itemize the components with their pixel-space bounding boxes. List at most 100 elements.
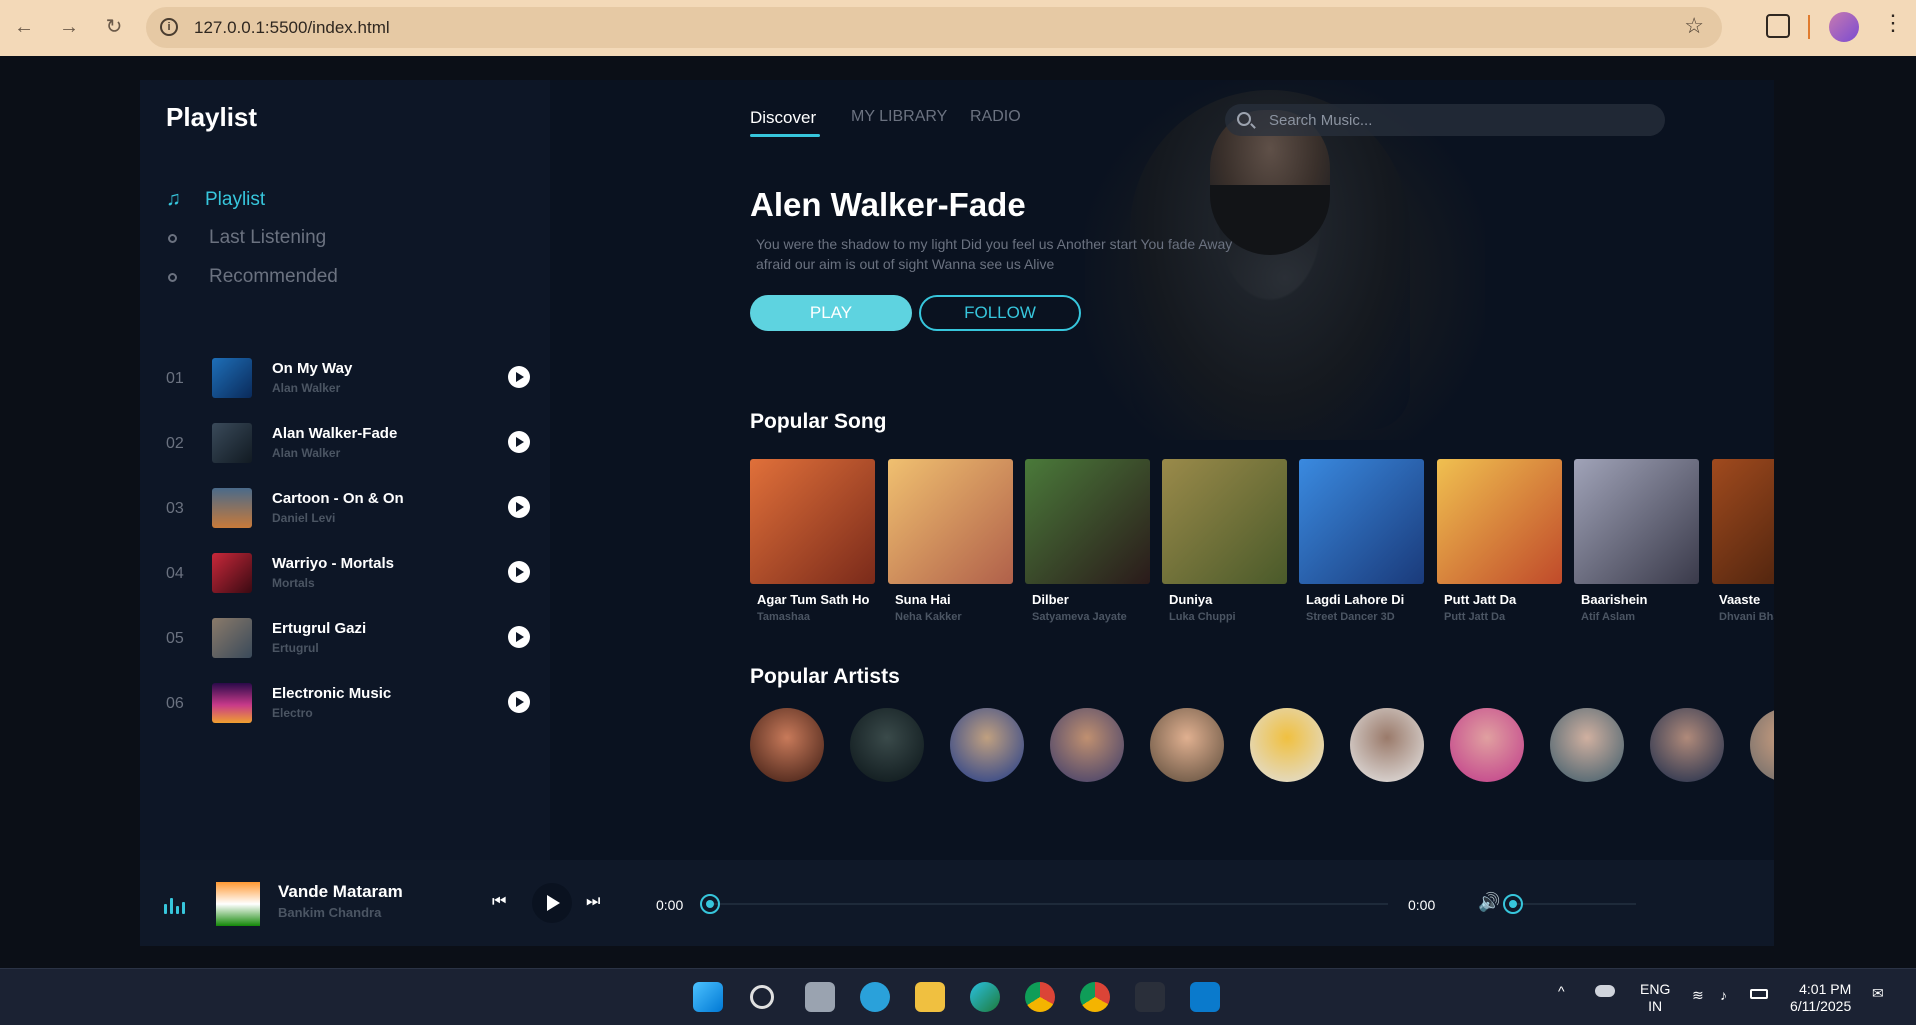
song-card[interactable]: Putt Jatt Da Putt Jatt Da — [1437, 459, 1562, 623]
cloud-icon[interactable] — [1595, 985, 1615, 997]
track-row[interactable]: 02 Alan Walker-Fade Alan Walker — [166, 421, 530, 469]
search-input[interactable] — [1269, 110, 1649, 130]
song-cover — [1162, 459, 1287, 584]
artist-avatar[interactable] — [1750, 708, 1774, 782]
play-icon[interactable] — [508, 626, 530, 648]
reload-icon[interactable]: ↻ — [100, 13, 128, 41]
track-title: On My Way — [272, 360, 353, 377]
song-title: Agar Tum Sath Ho — [757, 592, 870, 607]
address-bar[interactable]: i 127.0.0.1:5500/index.html ☆ — [146, 7, 1722, 48]
task-view-icon[interactable] — [805, 982, 835, 1012]
song-card[interactable]: Lagdi Lahore Di Street Dancer 3D — [1299, 459, 1424, 623]
back-icon[interactable]: ← — [10, 13, 38, 41]
file-explorer-icon[interactable] — [915, 982, 945, 1012]
track-row[interactable]: 04 Warriyo - Mortals Mortals — [166, 551, 530, 599]
song-title: Suna Hai — [895, 592, 951, 607]
now-playing-title: Vande Mataram — [278, 882, 403, 901]
clock[interactable]: 4:01 PM 6/11/2025 — [1790, 981, 1851, 1015]
track-number: 06 — [166, 695, 184, 712]
lang-top: ENG — [1640, 981, 1671, 997]
profile-avatar[interactable] — [1829, 12, 1859, 42]
battery-icon[interactable] — [1750, 989, 1768, 999]
volume-track[interactable] — [1512, 903, 1636, 905]
active-tab-indicator — [750, 134, 820, 137]
song-cover — [1574, 459, 1699, 584]
tab-radio[interactable]: RADIO — [970, 108, 1021, 126]
progress-track[interactable] — [710, 903, 1388, 905]
hero-title: Alen Walker-Fade — [750, 186, 1026, 223]
volume-knob[interactable] — [1503, 894, 1523, 914]
follow-button[interactable]: FOLLOW — [919, 295, 1081, 331]
volume-icon[interactable]: 🔊 — [1478, 892, 1500, 913]
song-card[interactable]: Agar Tum Sath Ho Tamashaa — [750, 459, 875, 623]
sidebar-item-recommended[interactable]: Recommended — [166, 266, 338, 288]
tab-my-library[interactable]: MY LIBRARY — [851, 108, 947, 126]
play-icon[interactable] — [508, 366, 530, 388]
track-artist: Electro — [272, 706, 313, 720]
search-icon[interactable] — [750, 985, 774, 1009]
play-button[interactable]: PLAY — [750, 295, 912, 331]
terminal-icon[interactable] — [1135, 982, 1165, 1012]
previous-icon[interactable]: ⏮ — [492, 893, 506, 911]
artist-avatar[interactable] — [1450, 708, 1524, 782]
play-pause-button[interactable] — [532, 883, 572, 923]
track-number: 01 — [166, 370, 184, 387]
song-card[interactable]: Dilber Satyameva Jayate — [1025, 459, 1150, 623]
chrome-profile-icon[interactable] — [1080, 982, 1110, 1012]
site-info-icon[interactable]: i — [160, 18, 178, 36]
chrome-icon[interactable] — [1025, 982, 1055, 1012]
notification-icon[interactable]: ✉ — [1872, 985, 1884, 1002]
track-thumbnail — [212, 423, 252, 463]
song-card[interactable]: Duniya Luka Chuppi — [1162, 459, 1287, 623]
play-icon[interactable] — [508, 691, 530, 713]
clock-time: 4:01 PM — [1799, 981, 1852, 997]
song-cover — [1299, 459, 1424, 584]
speaker-icon[interactable]: ♪ — [1720, 987, 1727, 1004]
play-icon[interactable] — [508, 431, 530, 453]
artist-avatar[interactable] — [950, 708, 1024, 782]
song-cover — [1437, 459, 1562, 584]
artist-avatar[interactable] — [1250, 708, 1324, 782]
track-number: 02 — [166, 435, 184, 452]
song-card[interactable]: Suna Hai Neha Kakker — [888, 459, 1013, 623]
play-icon[interactable] — [508, 561, 530, 583]
artist-avatar[interactable] — [750, 708, 824, 782]
vscode-icon[interactable] — [1190, 982, 1220, 1012]
more-menu-icon[interactable]: ⋮ — [1882, 10, 1904, 36]
browser-toolbar: ← → ↻ i 127.0.0.1:5500/index.html ☆ ⋮ — [0, 0, 1916, 56]
wifi-icon[interactable]: ≋ — [1692, 987, 1704, 1004]
telegram-icon[interactable] — [860, 982, 890, 1012]
artist-avatar[interactable] — [1350, 708, 1424, 782]
play-icon[interactable] — [508, 496, 530, 518]
song-title: Baarishein — [1581, 592, 1648, 607]
track-row[interactable]: 03 Cartoon - On & On Daniel Levi — [166, 486, 530, 534]
language-indicator[interactable]: ENG IN — [1640, 981, 1670, 1015]
song-card[interactable]: Baarishein Atif Aslam — [1574, 459, 1699, 623]
edge-icon[interactable] — [970, 982, 1000, 1012]
sidebar-item-last-listening[interactable]: Last Listening — [166, 227, 326, 249]
track-row[interactable]: 01 On My Way Alan Walker — [166, 356, 530, 404]
song-title: Vaaste — [1719, 592, 1761, 607]
circle-icon — [168, 233, 177, 243]
track-title: Ertugrul Gazi — [272, 620, 367, 637]
artist-avatar[interactable] — [850, 708, 924, 782]
artist-avatar[interactable] — [1150, 708, 1224, 782]
bookmark-star-icon[interactable]: ☆ — [1684, 13, 1704, 39]
artist-avatar[interactable] — [1550, 708, 1624, 782]
artist-avatar[interactable] — [1650, 708, 1724, 782]
url-text: 127.0.0.1:5500/index.html — [194, 18, 390, 37]
track-row[interactable]: 06 Electronic Music Electro — [166, 681, 530, 729]
chevron-up-icon[interactable]: ^ — [1558, 983, 1565, 1000]
song-artist: Luka Chuppi — [1169, 611, 1236, 623]
artist-avatar[interactable] — [1050, 708, 1124, 782]
progress-knob[interactable] — [700, 894, 720, 914]
start-icon[interactable] — [693, 982, 723, 1012]
next-icon[interactable]: ⏭ — [586, 893, 600, 911]
sidebar-item-playlist[interactable]: ♫ Playlist — [166, 188, 265, 211]
sidebar-item-label: Last Listening — [209, 227, 327, 248]
track-row[interactable]: 05 Ertugrul Gazi Ertugrul — [166, 616, 530, 664]
tab-discover[interactable]: Discover — [750, 108, 816, 128]
song-card[interactable]: Vaaste Dhvani Bhanushali — [1712, 459, 1774, 623]
forward-icon[interactable]: → — [55, 13, 83, 41]
extensions-icon[interactable] — [1766, 14, 1790, 38]
